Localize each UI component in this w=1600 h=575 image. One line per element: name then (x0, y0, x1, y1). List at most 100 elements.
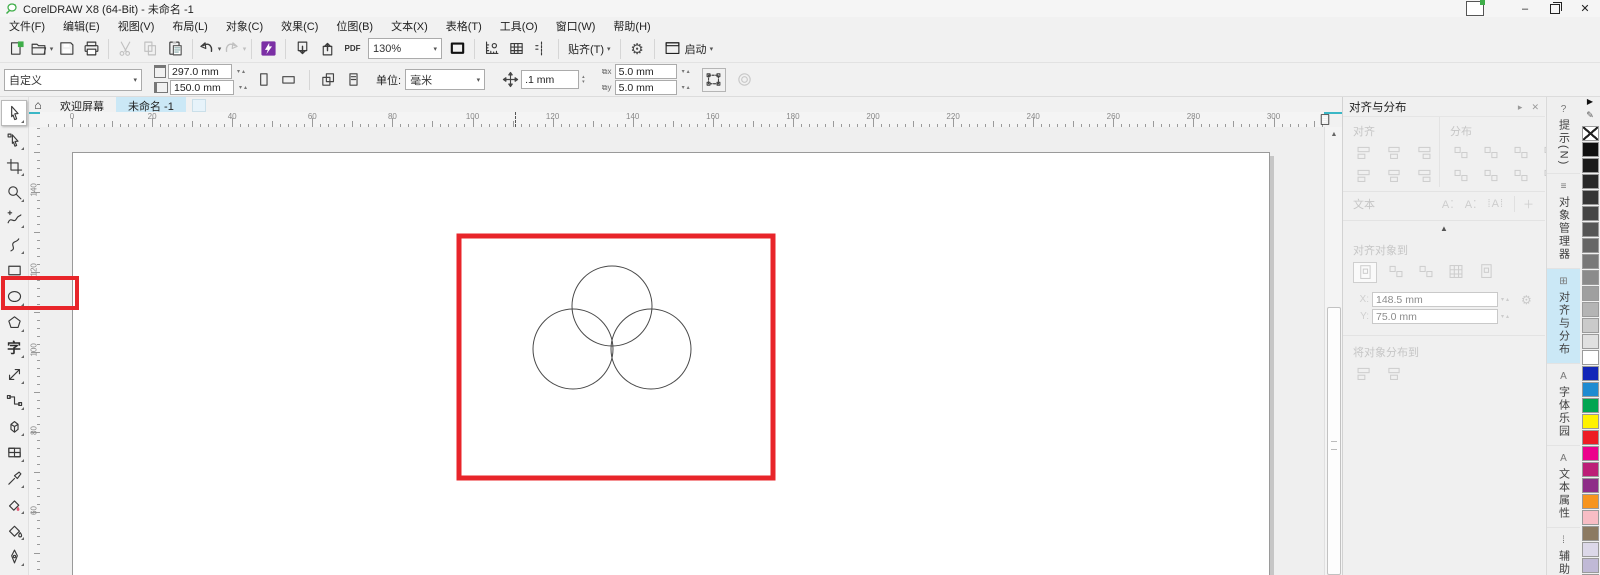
docker-grid-button[interactable] (1385, 262, 1407, 283)
docker-grid-button[interactable] (1353, 166, 1375, 185)
docker-grid-button[interactable] (1353, 143, 1375, 162)
color-swatch[interactable] (1581, 270, 1599, 285)
dimension-tool[interactable] (2, 362, 26, 386)
crop-tool[interactable] (2, 154, 26, 178)
page-height-field[interactable]: 150.0 mm (170, 80, 234, 95)
account-icon[interactable] (1466, 0, 1485, 16)
docker-close-icon[interactable]: ✕ (1531, 102, 1539, 112)
document-page[interactable] (72, 152, 1270, 575)
menu-item-9[interactable]: 工具(O) (491, 16, 547, 36)
menu-item-1[interactable]: 编辑(E) (54, 16, 109, 36)
docker-tab-hints[interactable]: ? 提示(N) (1547, 97, 1580, 175)
show-grid-button[interactable] (504, 37, 529, 60)
drawing-canvas[interactable] (40, 127, 1324, 575)
color-swatch[interactable] (1581, 382, 1599, 397)
docker-grid-button[interactable] (1353, 262, 1377, 283)
color-swatch[interactable] (1581, 542, 1599, 557)
close-button[interactable]: ✕ (1570, 0, 1600, 17)
canvas-vertical-scrollbar[interactable]: ▲ (1324, 127, 1343, 575)
x-coordinate-field[interactable]: 148.5 mm (1372, 292, 1498, 307)
interactive-fill-tool[interactable] (2, 518, 26, 542)
restore-button[interactable] (1540, 0, 1570, 17)
launch-menu[interactable]: 启动 ▾ (659, 38, 719, 60)
drawn-circle-right[interactable] (610, 308, 692, 390)
color-swatch[interactable] (1581, 142, 1599, 157)
new-document-button[interactable] (4, 37, 29, 60)
docker-grid-button[interactable] (1413, 143, 1435, 162)
color-swatch[interactable] (1581, 158, 1599, 173)
color-swatch[interactable] (1581, 462, 1599, 477)
color-swatch[interactable] (1581, 238, 1599, 253)
docker-grid-button[interactable] (1475, 262, 1497, 283)
publish-pdf-button[interactable]: PDF (340, 37, 365, 60)
color-swatch[interactable] (1581, 286, 1599, 301)
zoom-tool[interactable] (2, 180, 26, 204)
drawn-circle-top[interactable] (571, 265, 653, 347)
tab-untitled-1[interactable]: 未命名 -1 (116, 97, 186, 113)
align-text-crosshair-button[interactable]: ＋ (1514, 196, 1535, 212)
application-launcher-button[interactable] (256, 37, 281, 60)
pick-tool[interactable] (1, 100, 27, 126)
no-color-swatch[interactable] (1581, 126, 1599, 141)
connector-tool[interactable] (2, 388, 26, 412)
color-swatch[interactable] (1581, 318, 1599, 333)
freehand-tool[interactable] (2, 206, 26, 230)
docker-collapse-button[interactable]: ▲ (1343, 220, 1545, 236)
fullscreen-preview-button[interactable] (445, 37, 470, 60)
all-pages-button[interactable] (317, 69, 339, 91)
docker-grid-button[interactable] (1353, 364, 1375, 383)
menu-item-10[interactable]: 窗口(W) (547, 16, 605, 36)
show-rulers-button[interactable] (479, 37, 504, 60)
color-swatch[interactable] (1581, 350, 1599, 365)
color-swatch[interactable] (1581, 254, 1599, 269)
open-button[interactable]: ▾ (29, 37, 54, 60)
drawn-circle-left[interactable] (532, 308, 614, 390)
menu-item-0[interactable]: 文件(F) (0, 16, 54, 36)
align-settings-icon[interactable]: ⚙ (1521, 293, 1532, 307)
shape-tool[interactable] (2, 128, 26, 152)
save-button[interactable] (54, 37, 79, 60)
treat-as-filled-button[interactable] (701, 67, 726, 92)
docker-grid-button[interactable] (1480, 143, 1502, 162)
cut-button[interactable] (113, 37, 138, 60)
color-swatch[interactable] (1581, 430, 1599, 445)
home-icon[interactable]: ⌂ (28, 99, 48, 112)
text-tool[interactable]: 字 (2, 336, 26, 360)
color-swatch[interactable] (1581, 190, 1599, 205)
landscape-button[interactable] (277, 69, 299, 91)
color-swatch[interactable] (1581, 494, 1599, 509)
docker-tab-text-properties[interactable]: A 文本属性 (1547, 446, 1580, 529)
duplicate-x-field[interactable]: 5.0 mm (614, 64, 677, 79)
docker-grid-button[interactable] (1445, 262, 1467, 283)
align-text-baseline-last-button[interactable]: A⁚ (1465, 198, 1478, 211)
color-swatch[interactable] (1581, 206, 1599, 221)
docker-tab-font-playground[interactable]: A 字体乐园 (1547, 364, 1580, 447)
align-text-baseline-first-button[interactable]: A⁚ (1442, 198, 1455, 211)
color-swatch[interactable] (1581, 334, 1599, 349)
paste-button[interactable] (163, 37, 188, 60)
smart-fill-tool[interactable] (2, 492, 26, 516)
export-button[interactable] (315, 37, 340, 60)
color-swatch[interactable] (1581, 510, 1599, 525)
menu-item-6[interactable]: 位图(B) (327, 16, 382, 36)
extrude-tool[interactable] (2, 414, 26, 438)
palette-scroll-arrow-icon[interactable]: ▶ (1580, 97, 1600, 110)
docker-grid-button[interactable] (1450, 143, 1472, 162)
bspline-tool[interactable] (2, 232, 26, 256)
portrait-button[interactable] (252, 69, 274, 91)
palette-eyedropper-icon[interactable]: ✎ (1580, 110, 1600, 125)
page-width-field[interactable]: 297.0 mm (168, 64, 232, 79)
polygon-tool[interactable] (2, 310, 26, 334)
color-swatch[interactable] (1581, 446, 1599, 461)
current-page-button[interactable] (342, 69, 364, 91)
nudge-field[interactable]: .1 mm (521, 70, 580, 89)
drawn-red-rectangle[interactable] (456, 233, 776, 481)
ruler-settings-icon[interactable] (1318, 113, 1334, 126)
duplicate-y-field[interactable]: 5.0 mm (614, 80, 677, 95)
zoom-level-select[interactable]: 130% ▾ (368, 38, 442, 59)
outline-tool[interactable] (2, 544, 26, 568)
menu-item-8[interactable]: 表格(T) (437, 16, 491, 36)
docker-grid-button[interactable] (1480, 166, 1502, 185)
docker-tab-align-distribute[interactable]: ⊞ 对齐与分布 (1547, 269, 1580, 365)
color-swatch[interactable] (1581, 174, 1599, 189)
